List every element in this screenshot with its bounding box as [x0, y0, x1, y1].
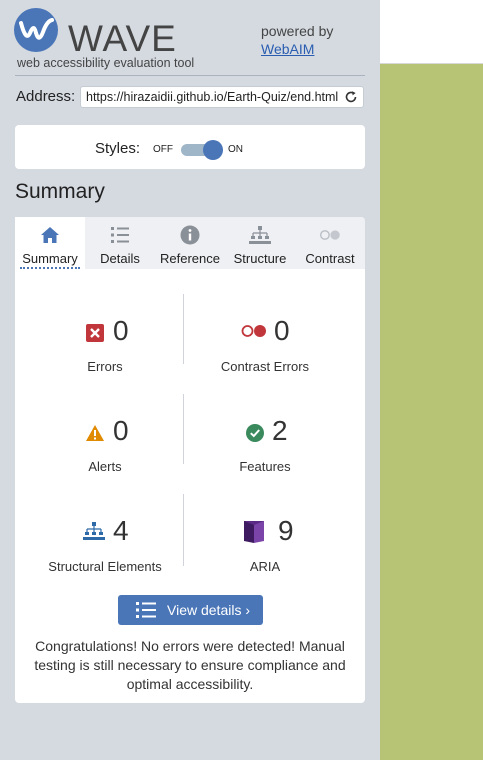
page-header-area	[380, 0, 483, 64]
aria-icon	[244, 521, 264, 543]
stat-features[interactable]: 2 Features	[185, 415, 345, 474]
aria-count: 9	[278, 515, 294, 546]
contrast-error-icon	[241, 325, 266, 337]
tab-structure[interactable]: Structure	[225, 217, 295, 269]
tab-structure-label: Structure	[233, 251, 287, 266]
wave-sidebar: WAVE web accessibility evaluation tool p…	[0, 0, 380, 760]
errors-label: Errors	[87, 359, 123, 374]
structural-count: 4	[113, 515, 129, 546]
error-icon	[86, 324, 104, 342]
address-field[interactable]: https://hirazaidii.github.io/Earth-Quiz/…	[80, 86, 364, 108]
contrast-errors-count: 0	[274, 315, 290, 346]
contrast-icon	[320, 230, 340, 240]
stat-aria[interactable]: 9 ARIA	[185, 515, 345, 574]
styles-toggle-box: Styles: OFF ON	[15, 125, 365, 169]
toggle-knob	[203, 140, 223, 160]
home-icon	[41, 227, 59, 243]
contrast-errors-label: Contrast Errors	[220, 359, 310, 374]
view-details-label: View details ›	[167, 602, 251, 618]
webaim-link[interactable]: WebAIM	[261, 41, 314, 57]
summary-heading: Summary	[15, 180, 105, 203]
stat-alerts[interactable]: 0 Alerts	[25, 415, 185, 474]
reload-icon[interactable]	[344, 90, 358, 104]
tab-reference[interactable]: Reference	[155, 217, 225, 269]
powered-by: powered by WebAIM	[261, 22, 333, 58]
tab-contrast-label: Contrast	[305, 251, 355, 266]
logo-title: WAVE	[68, 18, 177, 59]
stat-errors[interactable]: 0 Errors	[25, 315, 185, 374]
styles-on-label: ON	[228, 144, 243, 155]
page-preview[interactable]	[380, 64, 483, 760]
tab-details[interactable]: Details	[85, 217, 155, 269]
styles-toggle[interactable]	[181, 140, 223, 160]
summary-panel: Summary Details Reference Structure Cont…	[15, 217, 365, 703]
alerts-label: Alerts	[88, 459, 122, 474]
info-icon	[180, 225, 200, 245]
styles-off-label: OFF	[153, 144, 173, 155]
stat-structural-elements[interactable]: 4 Structural Elements	[25, 515, 185, 574]
view-details-button[interactable]: View details ›	[118, 595, 263, 625]
address-label: Address:	[16, 88, 76, 105]
alert-icon	[86, 425, 104, 441]
powered-by-text: powered by	[261, 23, 334, 39]
wave-logo-icon	[14, 8, 58, 52]
tab-bar: Summary Details Reference Structure Cont…	[15, 217, 365, 269]
hierarchy-icon	[249, 226, 271, 244]
tab-summary-label: Summary	[22, 251, 78, 266]
tab-details-label: Details	[100, 251, 140, 266]
structural-label: Structural Elements	[48, 559, 162, 574]
address-value[interactable]: https://hirazaidii.github.io/Earth-Quiz/…	[86, 90, 338, 104]
tab-active-indicator	[20, 267, 80, 269]
logo-subtitle: web accessibility evaluation tool	[17, 56, 195, 70]
structure-icon	[83, 522, 105, 540]
features-label: Features	[239, 459, 291, 474]
congrats-message: Congratulations! No errors were detected…	[34, 638, 346, 692]
tab-reference-label: Reference	[160, 251, 220, 266]
feature-check-icon	[246, 424, 264, 442]
features-count: 2	[272, 415, 288, 446]
aria-label: ARIA	[249, 559, 281, 574]
tab-summary[interactable]: Summary	[15, 217, 85, 269]
wave-logo: WAVE web accessibility evaluation tool p…	[14, 8, 366, 72]
list-icon	[136, 602, 156, 618]
styles-label: Styles:	[95, 140, 141, 157]
list-icon	[111, 227, 129, 243]
stat-contrast-errors[interactable]: 0 Contrast Errors	[185, 315, 345, 374]
header-divider	[15, 75, 365, 76]
tab-contrast[interactable]: Contrast	[295, 217, 365, 269]
alerts-count: 0	[113, 415, 129, 446]
errors-count: 0	[113, 315, 129, 346]
